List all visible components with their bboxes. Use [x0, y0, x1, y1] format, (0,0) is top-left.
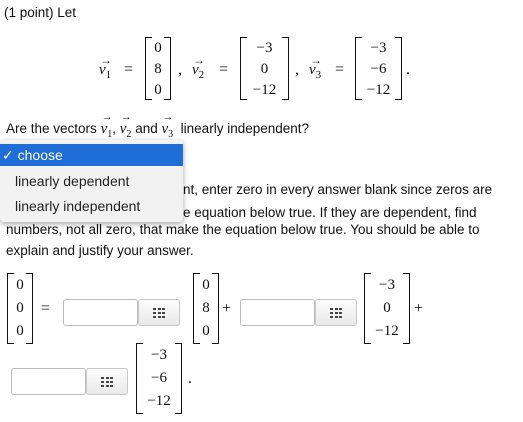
- v3-label: → v3: [309, 53, 322, 81]
- coefficient-3-input[interactable]: [11, 368, 86, 395]
- arrow-icon: →: [101, 111, 113, 123]
- instructions-line-2: e equation below true. If they are depen…: [183, 205, 477, 220]
- dropdown-option-dependent[interactable]: linearly dependent: [0, 170, 183, 192]
- arrow-icon: →: [310, 53, 322, 67]
- matrix-cell: 0: [202, 323, 210, 339]
- matrix-cell: −3: [379, 277, 395, 293]
- matrix-cell: −12: [366, 82, 391, 98]
- matrix-entry-button-1[interactable]: [138, 299, 180, 326]
- grid-icon: [330, 308, 342, 318]
- plus-sign: +: [414, 300, 424, 317]
- matrix-entry-button-3[interactable]: [86, 368, 128, 395]
- matrix-cell: −12: [252, 82, 277, 98]
- v2-ref: → v2: [119, 111, 132, 140]
- grid-icon: [153, 308, 165, 318]
- question-text: Are the vectors → v1, → v2 and → v3 linearl…: [6, 111, 310, 140]
- v2-matrix: −3 0 −12: [240, 37, 289, 100]
- dropdown-option-choose[interactable]: ✓ choose: [0, 144, 183, 166]
- v2-label: → v2: [192, 53, 205, 81]
- instructions-line-3: numbers, not all zero, that make the equ…: [6, 222, 480, 237]
- period: .: [406, 61, 410, 78]
- v3-matrix-equation: −3 −6 −12: [136, 343, 182, 414]
- matrix-cell: 8: [154, 61, 162, 77]
- matrix-entry-button-2[interactable]: [315, 299, 357, 326]
- arrow-icon: →: [162, 111, 174, 123]
- problem-header: (1 point) Let: [4, 5, 77, 20]
- matrix-cell: 0: [16, 300, 24, 316]
- coefficient-1-input[interactable]: [63, 299, 138, 326]
- equals-sign: =: [335, 61, 345, 78]
- v1-label: → v1: [99, 53, 112, 81]
- coefficient-2-input[interactable]: [240, 299, 315, 326]
- equals-sign: =: [124, 61, 134, 78]
- v3-matrix: −3 −6 −12: [355, 37, 402, 100]
- matrix-cell: 0: [154, 40, 162, 56]
- v3-ref: → v3: [161, 111, 174, 140]
- matrix-cell: −3: [370, 40, 387, 56]
- matrix-cell: 0: [154, 82, 162, 98]
- zero-vector-matrix: 0 0 0: [7, 273, 33, 344]
- matrix-cell: 0: [16, 277, 24, 293]
- v1-matrix: 0 8 0: [145, 37, 171, 100]
- arrow-icon: →: [120, 111, 132, 123]
- matrix-cell: −3: [256, 40, 273, 56]
- arrow-icon: →: [100, 53, 112, 67]
- period: .: [188, 370, 192, 387]
- equals-sign: =: [219, 61, 229, 78]
- comma: ,: [295, 61, 299, 78]
- independence-dropdown-menu[interactable]: ✓ choose linearly dependent linearly ind…: [0, 140, 183, 222]
- arrow-icon: →: [193, 53, 205, 67]
- matrix-cell: 0: [16, 323, 24, 339]
- matrix-cell: −3: [151, 347, 167, 363]
- matrix-cell: 0: [260, 61, 269, 77]
- instructions-line-4: explain and justify your answer.: [6, 243, 194, 258]
- plus-sign: +: [222, 300, 232, 317]
- v2-matrix-equation: −3 0 −12: [364, 273, 410, 344]
- matrix-cell: −6: [151, 370, 167, 386]
- matrix-cell: −6: [370, 61, 387, 77]
- matrix-cell: 0: [383, 300, 391, 316]
- matrix-cell: −12: [147, 393, 171, 409]
- v1-ref: → v1: [100, 111, 113, 140]
- grid-icon: [101, 377, 113, 387]
- v1-matrix-equation: 0 8 0: [193, 273, 219, 344]
- checkmark-icon: ✓: [2, 147, 14, 163]
- equals-sign: =: [41, 300, 51, 317]
- dropdown-option-independent[interactable]: linearly independent: [0, 195, 183, 217]
- matrix-cell: 0: [202, 277, 210, 293]
- matrix-cell: 8: [202, 300, 210, 316]
- matrix-cell: −12: [375, 323, 399, 339]
- comma: ,: [178, 61, 182, 78]
- instructions-line-1: nt, enter zero in every answer blank sin…: [183, 182, 493, 197]
